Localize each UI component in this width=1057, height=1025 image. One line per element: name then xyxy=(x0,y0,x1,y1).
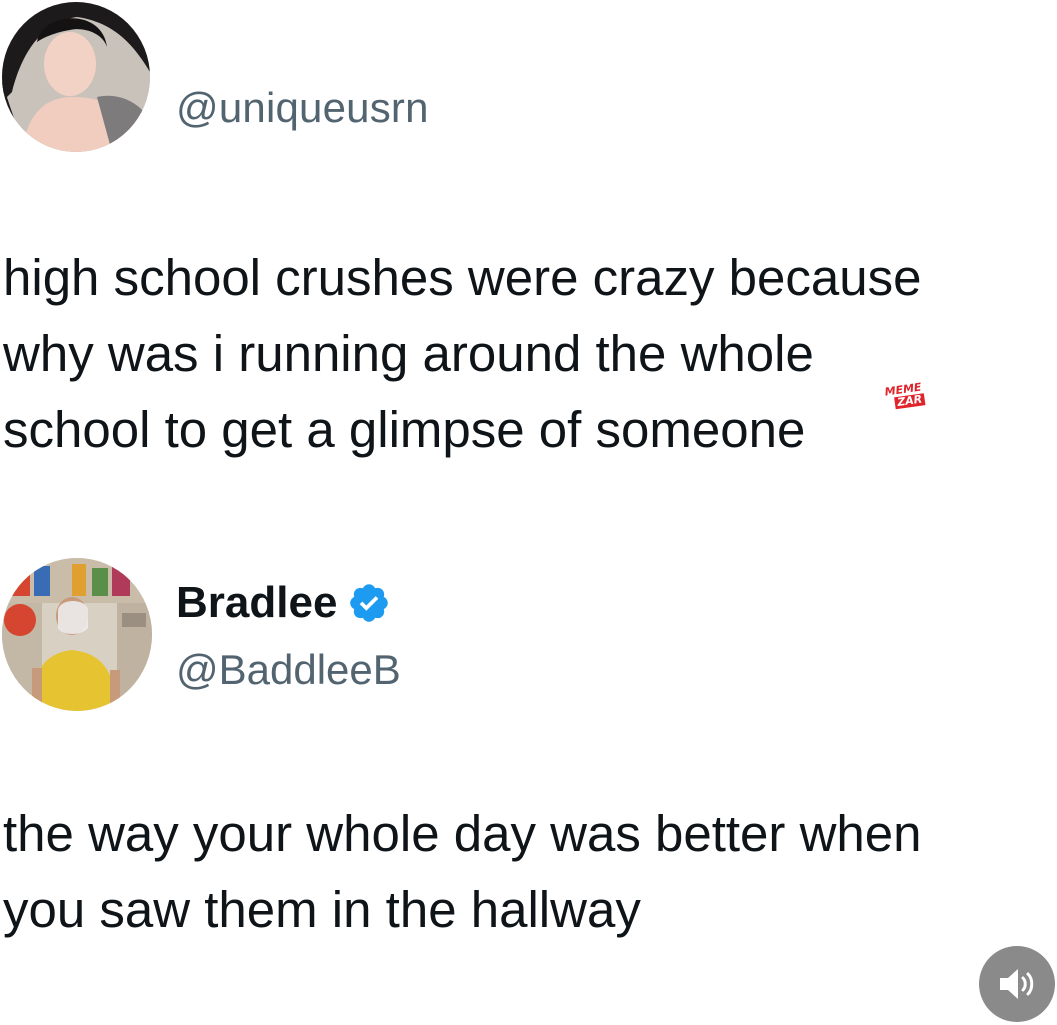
watermark-logo: MEME ZAR xyxy=(879,381,930,411)
display-name[interactable]: Bradlee xyxy=(176,578,337,628)
tweet-text-line: the way your whole day was better when xyxy=(3,805,922,862)
avatar[interactable] xyxy=(2,558,152,711)
sound-button[interactable] xyxy=(979,946,1055,1022)
tweet-text-line: you saw them in the hallway xyxy=(3,881,641,938)
tweet-text-line: school to get a glimpse of someone xyxy=(3,401,806,458)
avatar-photo xyxy=(2,558,152,711)
tweet-text-line: high school crushes were crazy because xyxy=(3,249,922,306)
tweet-handle[interactable]: @uniqueusrn xyxy=(176,84,429,132)
tweet-text-line: why was i running around the whole xyxy=(3,325,814,382)
author-row[interactable]: Bradlee xyxy=(176,578,391,628)
tweet-text: the way your whole day was better when y… xyxy=(3,796,922,948)
speaker-icon xyxy=(1000,969,1034,999)
verified-badge-icon xyxy=(350,584,389,622)
tweet-handle[interactable]: @BaddleeB xyxy=(176,646,401,694)
avatar-photo xyxy=(2,2,150,152)
tweet-text: high school crushes were crazy because w… xyxy=(3,240,921,468)
avatar[interactable] xyxy=(2,2,150,152)
